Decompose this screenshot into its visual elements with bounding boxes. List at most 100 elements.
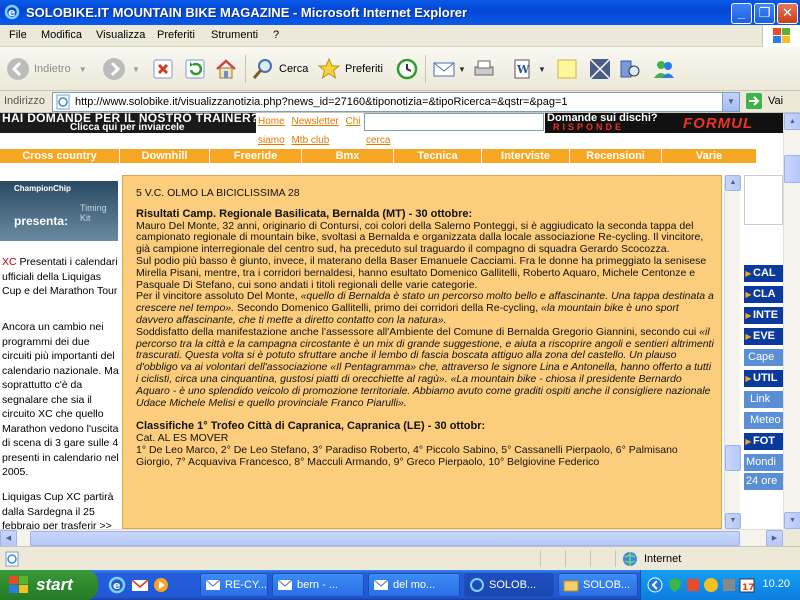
edit-dropdown-icon[interactable]: ▼: [538, 65, 546, 74]
menu-preferiti[interactable]: Preferiti: [157, 29, 195, 41]
menu-visualizza[interactable]: Visualizza: [96, 29, 145, 41]
scroll-up-icon[interactable]: ▲: [784, 113, 800, 130]
right-menu-24ore[interactable]: 24 ore: [744, 473, 783, 490]
nav-tecnica[interactable]: Tecnica: [394, 149, 482, 163]
start-button[interactable]: start: [0, 570, 98, 600]
nav-varie[interactable]: Varie: [662, 149, 756, 163]
task-solobike-1[interactable]: SOLOB...: [464, 573, 554, 597]
messenger-button[interactable]: [652, 53, 676, 85]
scroll-left-icon[interactable]: ◀: [0, 530, 17, 547]
close-button[interactable]: ✕: [777, 3, 798, 24]
championchip-ad[interactable]: ChampionChip Timing Kit presenta:: [0, 181, 118, 241]
tray-network-icon[interactable]: [685, 577, 701, 593]
right-menu-util[interactable]: ▶UTIL: [744, 370, 783, 387]
page-horizontal-scrollbar[interactable]: ◀ ▶: [0, 529, 783, 547]
link-home[interactable]: Home: [258, 116, 285, 127]
go-button[interactable]: Vai: [746, 93, 783, 109]
right-menu-cla[interactable]: ▶CLA: [744, 286, 783, 303]
nav-cross-country[interactable]: Cross country: [0, 149, 120, 163]
p4-b: «il percorso tra la città e la campagna …: [136, 325, 714, 409]
clock: 10.20: [762, 578, 790, 590]
notes-button[interactable]: [555, 53, 579, 85]
link-chi[interactable]: Chi: [346, 116, 361, 127]
formula-banner[interactable]: Domande sui dischi? RISPONDE FORMUL: [545, 113, 783, 133]
address-input[interactable]: http://www.solobike.it/visualizzanotizia…: [52, 92, 740, 112]
right-menu-meteo[interactable]: Meteo: [744, 412, 783, 429]
address-dropdown-icon[interactable]: ▼: [722, 93, 739, 111]
taskbar: start e RE-CY... bern - ... del mo... SO…: [0, 570, 800, 600]
task-label: RE-CY...: [225, 579, 267, 591]
right-menu-inte[interactable]: ▶INTE: [744, 307, 783, 324]
mail-dropdown-icon[interactable]: ▼: [458, 65, 466, 74]
article-scroll-up-icon[interactable]: ▲: [725, 175, 741, 191]
link-mtb-club[interactable]: Mtb club: [291, 135, 329, 146]
link-newsletter[interactable]: Newsletter: [291, 116, 338, 127]
favorites-button[interactable]: Preferiti: [317, 53, 383, 85]
right-menu-mondi[interactable]: Mondi: [744, 454, 783, 471]
tray-antivirus-icon[interactable]: [721, 577, 737, 593]
vertical-scroll-thumb[interactable]: [784, 155, 800, 183]
edit-word-button[interactable]: W ▼: [510, 53, 546, 85]
right-menu-cal[interactable]: ▶CAL: [744, 265, 783, 282]
task-bern[interactable]: bern - ...: [272, 573, 364, 597]
menu-help[interactable]: ?: [273, 29, 279, 41]
minimize-button[interactable]: _: [731, 3, 752, 24]
maximize-button[interactable]: ❐: [754, 3, 775, 24]
link-cerca[interactable]: cerca: [366, 135, 390, 146]
address-url: http://www.solobike.it/visualizzanotizia…: [75, 96, 568, 108]
menu-modifica[interactable]: Modifica: [41, 29, 82, 41]
tray-messenger-icon[interactable]: [703, 577, 719, 593]
nav-bmx[interactable]: Bmx: [302, 149, 394, 163]
article-scroll-thumb[interactable]: [725, 445, 741, 471]
title-bar[interactable]: e SOLOBIKE.IT MOUNTAIN BIKE MAGAZINE - M…: [0, 0, 800, 25]
tray-calendar-icon[interactable]: 17: [739, 577, 755, 593]
nav-freeride[interactable]: Freeride: [210, 149, 302, 163]
globe-icon: [623, 552, 637, 566]
messenger-toolbar-button[interactable]: [588, 53, 612, 85]
back-dropdown-icon[interactable]: ▼: [79, 65, 87, 74]
mail-button[interactable]: ▼: [432, 53, 466, 85]
task-label: bern - ...: [297, 579, 338, 591]
task-solobike-2[interactable]: SOLOB...: [558, 573, 638, 597]
history-button[interactable]: [395, 53, 419, 85]
print-button[interactable]: [472, 53, 496, 85]
page-vertical-scrollbar[interactable]: ▲ ▼: [783, 113, 800, 529]
horizontal-scroll-thumb[interactable]: [30, 531, 740, 546]
right-menu-eve[interactable]: ▶EVE: [744, 328, 783, 345]
right-menu-link[interactable]: Link: [744, 391, 783, 408]
article-scroll-down-icon[interactable]: ▼: [725, 513, 741, 529]
nav-interviste[interactable]: Interviste: [482, 149, 570, 163]
home-button[interactable]: [214, 53, 238, 85]
research-button[interactable]: [618, 53, 642, 85]
browser-window: e SOLOBIKE.IT MOUNTAIN BIKE MAGAZINE - M…: [0, 0, 800, 570]
stop-button[interactable]: [151, 53, 175, 85]
nav-recensioni[interactable]: Recensioni: [570, 149, 662, 163]
tray-shield-icon[interactable]: [667, 577, 683, 593]
forward-button[interactable]: ▼: [102, 53, 140, 85]
scroll-down-icon[interactable]: ▼: [784, 512, 800, 529]
back-button[interactable]: Indietro ▼: [6, 53, 87, 85]
site-search-input[interactable]: [364, 113, 544, 131]
left-news-headline[interactable]: XC Presentati i calendari ufficiali dell…: [2, 255, 120, 299]
media-quicklaunch-icon[interactable]: [152, 576, 170, 594]
right-menu-fot[interactable]: ▶FOT: [744, 433, 783, 450]
ie-quicklaunch-icon[interactable]: e: [108, 576, 126, 594]
menu-file[interactable]: File: [9, 29, 27, 41]
status-bar: Internet: [0, 546, 800, 570]
tray-arrow-icon[interactable]: [647, 577, 663, 593]
forward-dropdown-icon[interactable]: ▼: [132, 65, 140, 74]
right-ad[interactable]: [744, 175, 783, 225]
outlook-quicklaunch-icon[interactable]: [131, 576, 149, 594]
right-menu-cape[interactable]: Cape: [744, 349, 783, 366]
nav-downhill[interactable]: Downhill: [120, 149, 210, 163]
trainer-banner[interactable]: HAI DOMANDE PER IL NOSTRO TRAINER? Clicc…: [0, 113, 258, 133]
article-scrollbar[interactable]: ▲ ▼: [724, 175, 741, 529]
task-recy[interactable]: RE-CY...: [200, 573, 268, 597]
link-siamo[interactable]: siamo: [258, 135, 285, 146]
task-delmo[interactable]: del mo...: [368, 573, 460, 597]
scroll-right-icon[interactable]: ▶: [766, 530, 783, 547]
left-news-more[interactable]: Liquigas Cup XC partirà dalla Sardegna i…: [2, 490, 120, 529]
search-button[interactable]: Cerca: [251, 53, 308, 85]
menu-strumenti[interactable]: Strumenti: [211, 29, 258, 41]
refresh-button[interactable]: [183, 53, 207, 85]
